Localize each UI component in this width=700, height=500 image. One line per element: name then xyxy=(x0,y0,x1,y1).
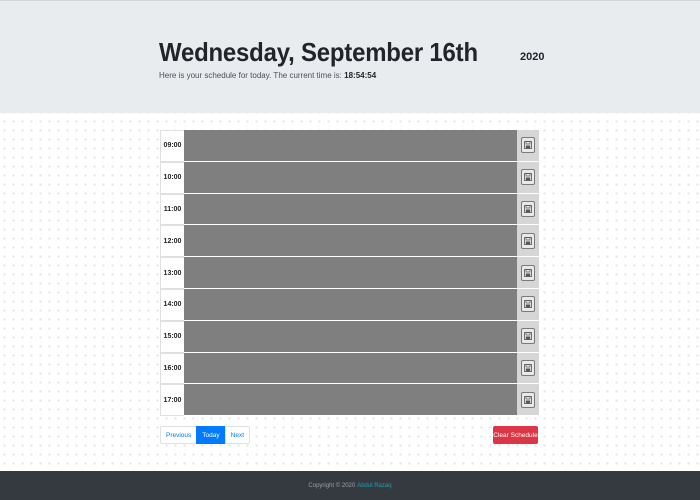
time-block-row: 14:00 xyxy=(160,288,539,321)
save-icon xyxy=(524,268,532,277)
save-cell xyxy=(517,161,539,194)
schedule-table: 09:00 10:00 11:00 12:00 13:00 14:00 15:00 16:00… xyxy=(160,130,539,417)
author-link[interactable]: Abdul Razaq xyxy=(357,483,391,489)
event-description-input[interactable] xyxy=(184,384,517,417)
event-description-input[interactable] xyxy=(184,352,517,385)
hour-label: 09:00 xyxy=(160,130,184,162)
lead-prefix: Here is your schedule for today. The cur… xyxy=(159,71,345,80)
hour-label: 10:00 xyxy=(160,161,184,194)
year-label: 2020 xyxy=(520,51,545,63)
save-button[interactable] xyxy=(521,232,535,249)
previous-button[interactable]: Previous xyxy=(160,426,198,444)
current-time-text: Here is your schedule for today. The cur… xyxy=(159,71,376,80)
pagination: Previous Today Next xyxy=(160,426,251,444)
save-button[interactable] xyxy=(521,391,535,408)
save-button[interactable] xyxy=(521,264,535,281)
save-cell xyxy=(517,384,539,417)
header-jumbotron: Wednesday, September 16th 2020 Here is y… xyxy=(0,0,700,113)
save-cell xyxy=(517,288,539,321)
save-icon xyxy=(524,205,532,213)
time-block-row: 12:00 xyxy=(160,225,539,258)
current-time-value: 18:54:54 xyxy=(344,71,377,80)
event-description-input[interactable] xyxy=(184,288,517,321)
save-cell xyxy=(517,320,539,353)
save-icon xyxy=(524,141,532,150)
save-cell xyxy=(517,352,539,385)
hour-label: 17:00 xyxy=(160,384,184,417)
save-button[interactable] xyxy=(521,359,535,376)
hour-label: 13:00 xyxy=(160,257,184,289)
event-description-input[interactable] xyxy=(184,130,517,162)
copyright-text: Copyright © 2020 xyxy=(308,482,356,489)
event-description-input[interactable] xyxy=(184,193,517,226)
save-icon xyxy=(524,173,532,182)
save-button[interactable] xyxy=(521,169,535,186)
time-block-row: 13:00 xyxy=(160,257,539,289)
time-block-row: 16:00 xyxy=(160,352,539,385)
event-description-input[interactable] xyxy=(184,257,517,289)
save-cell xyxy=(517,225,539,258)
event-description-input[interactable] xyxy=(184,161,517,194)
today-button[interactable]: Today xyxy=(196,426,226,444)
page-title: Wednesday, September 16th xyxy=(159,37,478,67)
save-button[interactable] xyxy=(521,137,535,154)
hour-label: 16:00 xyxy=(160,352,184,385)
save-icon xyxy=(524,300,532,309)
next-button[interactable]: Next xyxy=(224,426,251,444)
save-icon xyxy=(524,332,532,341)
time-block-row: 17:00 xyxy=(160,384,539,417)
save-icon xyxy=(524,395,532,404)
save-button[interactable] xyxy=(521,328,535,345)
time-block-row: 10:00 xyxy=(160,161,539,194)
save-icon xyxy=(524,236,532,245)
hour-label: 11:00 xyxy=(160,193,184,226)
save-icon xyxy=(524,364,532,372)
save-cell xyxy=(517,193,539,226)
time-block-row: 09:00 xyxy=(160,130,539,162)
event-description-input[interactable] xyxy=(184,320,517,353)
time-block-row: 15:00 xyxy=(160,320,539,353)
event-description-input[interactable] xyxy=(184,225,517,258)
hour-label: 12:00 xyxy=(160,225,184,258)
footer: Copyright © 2020 Abdul Razaq xyxy=(0,471,700,500)
save-button[interactable] xyxy=(521,200,535,217)
save-button[interactable] xyxy=(521,296,535,313)
hour-label: 15:00 xyxy=(160,320,184,353)
clear-schedule-button[interactable]: Clear Schedule xyxy=(493,426,538,444)
save-cell xyxy=(517,130,539,162)
time-block-row: 11:00 xyxy=(160,193,539,226)
save-cell xyxy=(517,257,539,289)
hour-label: 14:00 xyxy=(160,288,184,321)
